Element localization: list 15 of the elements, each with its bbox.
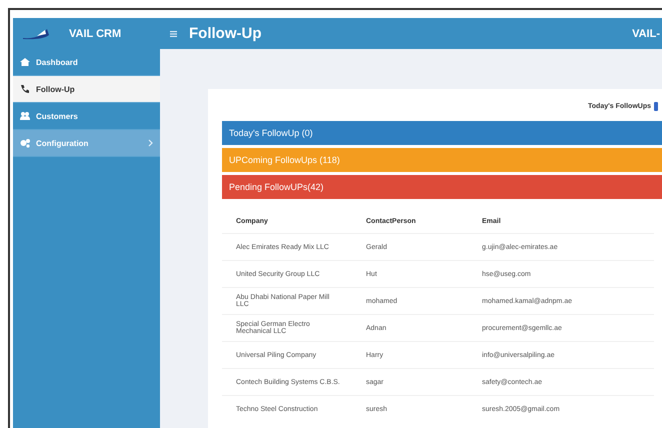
followup-panel[interactable]: Today's FollowUp (0) — [222, 121, 662, 145]
menu-icon — [170, 30, 177, 36]
logo-icon — [21, 26, 51, 40]
sidebar-item[interactable]: Follow-Up — [13, 76, 160, 103]
page-title: Follow-Up — [189, 25, 262, 42]
followup-panel[interactable]: Pending FollowUPs(42) — [222, 175, 662, 199]
users-icon — [20, 111, 30, 121]
user-name[interactable]: VAIL- — [632, 28, 662, 40]
sidebar-item[interactable]: Configuration — [13, 130, 160, 157]
legend-swatch — [654, 102, 658, 110]
app-name: VAIL CRM — [69, 28, 122, 40]
followup-panel[interactable]: UPComing FollowUps (118) — [222, 148, 662, 172]
chevron-icon — [148, 139, 153, 147]
home-icon — [20, 57, 30, 67]
phone-icon — [20, 84, 30, 94]
